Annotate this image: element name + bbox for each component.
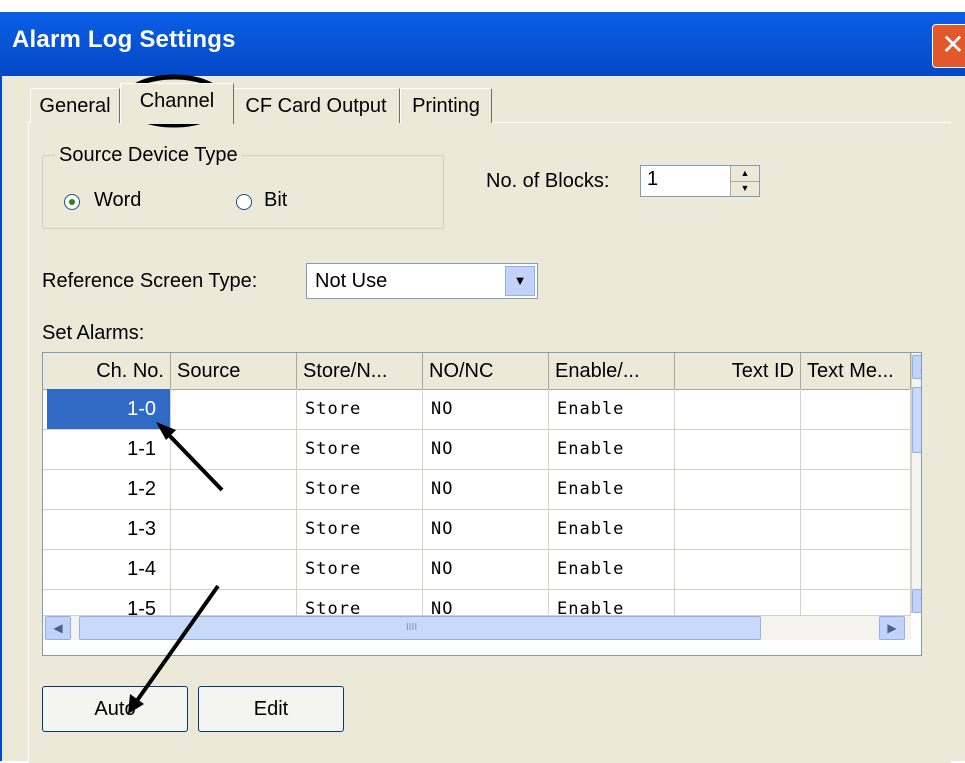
column-store[interactable]: Store/N... [297,353,423,389]
cell-text-id[interactable] [675,509,801,549]
bit-radio-label[interactable]: Bit [264,189,287,212]
stepper-down-icon[interactable]: ▼ [731,181,759,196]
blocks-label: No. of Blocks: [486,170,610,192]
tab-cf-card-output[interactable]: CF Card Output [232,88,400,123]
stepper-up-icon[interactable]: ▲ [731,166,759,182]
cell-enable[interactable]: Enable [549,469,675,509]
column-no-nc[interactable]: NO/NC [423,353,549,389]
table-row[interactable]: 1-4 Store NO Enable [43,549,911,590]
cell-store[interactable]: Store [297,469,423,509]
cell-text-id[interactable] [675,469,801,509]
cell-ch-no[interactable]: 1-1 [47,429,171,469]
table-row[interactable]: 1-3 Store NO Enable [43,509,911,550]
tab-general[interactable]: General [30,88,120,123]
horizontal-scrollbar[interactable]: ◀ IIII ▶ [43,615,911,640]
scroll-grip-icon: IIII [406,622,418,633]
table-row[interactable]: 1-1 Store NO Enable [43,429,911,470]
tab-channel[interactable]: Channel [120,83,234,124]
table-row[interactable]: 1-2 Store NO Enable [43,469,911,510]
column-source[interactable]: Source [171,353,297,389]
cell-store[interactable]: Store [297,389,423,429]
vertical-scroll-thumb[interactable] [912,387,921,453]
cell-ch-no[interactable]: 1-0 [47,389,171,429]
column-text-message[interactable]: Text Me... [801,353,911,389]
scroll-right-icon[interactable]: ▶ [879,616,905,640]
stepper-buttons: ▲ ▼ [730,166,759,196]
cell-no-nc[interactable]: NO [423,389,549,429]
word-radio-label[interactable]: Word [94,189,141,212]
tab-printing[interactable]: Printing [400,88,492,123]
column-enable[interactable]: Enable/... [549,353,675,389]
cell-no-nc[interactable]: NO [423,429,549,469]
cell-enable[interactable]: Enable [549,509,675,549]
bit-radio[interactable] [236,194,252,210]
cell-text-message[interactable] [801,429,911,469]
column-ch-no[interactable]: Ch. No. [43,353,171,389]
reference-screen-value[interactable]: Not Use [315,270,387,293]
reference-screen-select[interactable]: Not Use ▼ [306,263,538,299]
scroll-up-icon[interactable]: ▲ [912,355,921,379]
cell-store[interactable]: Store [297,429,423,469]
cell-enable[interactable]: Enable [549,549,675,589]
cell-source[interactable] [171,549,297,589]
source-device-type-label: Source Device Type [55,144,242,167]
cell-source[interactable] [171,429,297,469]
cell-no-nc[interactable]: NO [423,469,549,509]
column-text-id[interactable]: Text ID [675,353,801,389]
cell-source[interactable] [171,389,297,429]
cell-text-message[interactable] [801,509,911,549]
window-title: Alarm Log Settings [12,26,236,53]
cell-text-message[interactable] [801,549,911,589]
auto-button[interactable]: Auto [42,686,188,732]
cell-enable[interactable]: Enable [549,389,675,429]
cell-text-message[interactable] [801,469,911,509]
cell-store[interactable]: Store [297,509,423,549]
cell-no-nc[interactable]: NO [423,509,549,549]
word-radio[interactable] [64,194,80,210]
table-header: Ch. No. Source Store/N... NO/NC Enable/.… [43,353,911,390]
radio-selected-dot [69,199,75,205]
set-alarms-label: Set Alarms: [42,322,145,344]
horizontal-scroll-thumb[interactable]: IIII [79,616,761,640]
cell-source[interactable] [171,469,297,509]
table-row[interactable]: 1-0 Store NO Enable [43,389,911,430]
cell-store[interactable]: Store [297,549,423,589]
alarms-table: Ch. No. Source Store/N... NO/NC Enable/.… [42,352,922,656]
vertical-scrollbar[interactable]: ▲ ▼ [911,353,921,613]
cell-no-nc[interactable]: NO [423,549,549,589]
cell-text-id[interactable] [675,389,801,429]
close-icon: ✕ [941,29,965,60]
cell-ch-no[interactable]: 1-3 [47,509,171,549]
dropdown-arrow-icon[interactable]: ▼ [505,266,535,296]
cell-enable[interactable]: Enable [549,429,675,469]
scroll-left-icon[interactable]: ◀ [45,616,71,640]
cell-source[interactable] [171,509,297,549]
blocks-value[interactable]: 1 [647,168,658,191]
cell-text-id[interactable] [675,429,801,469]
scroll-down-icon[interactable]: ▼ [912,589,921,613]
cell-text-message[interactable] [801,389,911,429]
blocks-stepper[interactable]: 1 ▲ ▼ [640,165,760,197]
cell-text-id[interactable] [675,549,801,589]
cell-ch-no[interactable]: 1-4 [47,549,171,589]
close-button[interactable]: ✕ [932,24,965,68]
edit-button[interactable]: Edit [198,686,344,732]
window-top-edge [0,0,965,12]
cell-ch-no[interactable]: 1-2 [47,469,171,509]
reference-screen-label: Reference Screen Type: [42,270,258,292]
